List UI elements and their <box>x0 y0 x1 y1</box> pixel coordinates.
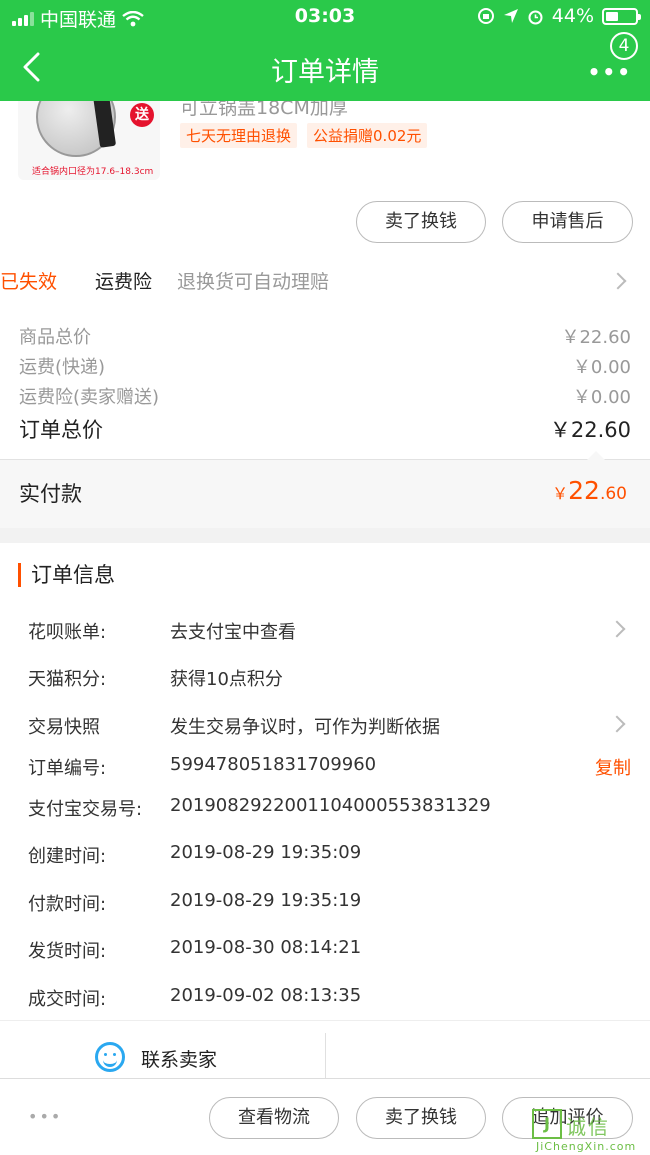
more-actions-button[interactable]: ••• <box>28 1107 62 1126</box>
order-number-value: 599478051831709960 <box>170 754 377 775</box>
amount-integer: 22 <box>568 476 600 505</box>
summary-row: 运费(快递) ￥0.00 <box>19 353 631 379</box>
battery-icon <box>602 7 641 25</box>
location-icon <box>503 9 518 23</box>
watermark-icon: J <box>532 1109 562 1139</box>
battery-percent: 44% <box>551 5 594 27</box>
info-value: 2019082922001104000553831329 <box>170 795 491 816</box>
info-label: 订单编号: <box>28 758 107 779</box>
resell-button-bottom[interactable]: 卖了换钱 <box>356 1097 486 1139</box>
image-caption: 适合锅内口径为17.6–18.3cm <box>32 167 154 177</box>
watermark-text: 诚信 <box>566 1115 610 1139</box>
info-value: 2019-08-30 08:14:21 <box>170 937 362 958</box>
info-label: 成交时间: <box>28 989 107 1010</box>
resell-button[interactable]: 卖了换钱 <box>356 201 486 243</box>
order-total-label: 订单总价 <box>19 418 103 442</box>
price-summary: 商品总价 ￥22.60 运费(快递) ￥0.00 运费险(卖家赠送) ￥0.00… <box>0 305 650 460</box>
nav-bar: 订单详情 ••• 4 <box>0 32 650 101</box>
info-label: 交易快照 <box>28 717 100 738</box>
watermark-logo: J 诚信 JiChengXin.com <box>532 1109 644 1153</box>
amount-paid-value: ￥22.60 <box>552 476 627 505</box>
order-info-section: 订单信息 花呗账单: 去支付宝中查看 天猫积分: 获得10点积分 交易快照 发生… <box>0 543 650 1020</box>
order-total-value: ￥22.60 <box>549 418 631 442</box>
amount-decimal: .60 <box>599 484 627 504</box>
alarm-icon <box>528 10 543 24</box>
summary-label: 商品总价 <box>19 327 91 348</box>
order-info-heading: 订单信息 <box>18 563 115 587</box>
info-value: 2019-08-29 19:35:09 <box>170 842 362 863</box>
info-value: 获得10点积分 <box>170 669 283 690</box>
bottom-action-bar: ••• 查看物流 卖了换钱 追加评价 J 诚信 JiChengXin.com <box>0 1078 650 1155</box>
chat-smile-icon[interactable] <box>95 1042 125 1072</box>
rotation-lock-icon <box>477 8 494 24</box>
gift-badge: 送 <box>130 103 154 127</box>
info-label: 天猫积分: <box>28 669 107 690</box>
chevron-right-icon <box>608 620 626 638</box>
view-logistics-button[interactable]: 查看物流 <box>209 1097 339 1139</box>
chevron-right-icon <box>608 715 626 733</box>
order-total-row: 订单总价 ￥22.60 <box>19 414 631 444</box>
more-menu-button[interactable]: ••• <box>588 60 632 84</box>
tag-charity: 公益捐赠0.02元 <box>307 123 428 148</box>
contact-bar: 联系卖家 <box>0 1020 650 1079</box>
info-label: 花呗账单: <box>28 622 107 643</box>
info-label: 支付宝交易号: <box>28 799 143 820</box>
info-value: 2019-08-29 19:35:19 <box>170 890 362 911</box>
page-title: 订单详情 <box>271 57 379 88</box>
info-label: 付款时间: <box>28 894 107 915</box>
watermark-domain: JiChengXin.com <box>536 1140 637 1153</box>
summary-value: ￥0.00 <box>572 357 631 378</box>
summary-value: ￥22.60 <box>561 327 631 348</box>
info-value: 去支付宝中查看 <box>170 622 296 643</box>
notch-indicator <box>587 451 605 460</box>
top-bar: 中国联通 03:03 44% 订单详情 ••• 4 <box>0 0 650 101</box>
contact-seller-button[interactable]: 联系卖家 <box>141 1045 217 1072</box>
summary-row: 运费险(卖家赠送) ￥0.00 <box>19 383 631 409</box>
info-value: 2019-09-02 08:13:35 <box>170 985 362 1006</box>
notification-badge[interactable]: 4 <box>610 32 638 60</box>
divider <box>325 1033 326 1079</box>
amount-paid-label: 实付款 <box>19 482 82 506</box>
copy-order-number-button[interactable]: 复制 <box>595 754 631 780</box>
status-bar: 中国联通 03:03 44% <box>0 0 650 34</box>
freight-insurance-row[interactable]: 运费险 退换货可自动理赔 已失效 <box>0 261 650 305</box>
amount-paid-row: 实付款 ￥22.60 <box>0 460 650 528</box>
summary-row: 商品总价 ￥22.60 <box>19 323 631 349</box>
product-card: 送 适合锅内口径为17.6–18.3cm 可立锅盖18CM加厚 七天无理由退换 … <box>0 87 650 261</box>
info-value: 发生交易争议时，可作为判断依据 <box>170 717 440 738</box>
info-label: 创建时间: <box>28 846 107 867</box>
after-sales-button[interactable]: 申请售后 <box>502 201 633 243</box>
tag-return: 七天无理由退换 <box>180 123 298 148</box>
currency-symbol: ￥ <box>552 484 569 503</box>
summary-label: 运费(快递) <box>19 357 106 378</box>
product-tags: 七天无理由退换 公益捐赠0.02元 <box>180 123 428 148</box>
insurance-status: 已失效 <box>0 271 58 293</box>
info-label: 发货时间: <box>28 941 107 962</box>
summary-value: ￥0.00 <box>572 387 631 408</box>
summary-label: 运费险(卖家赠送) <box>19 387 160 408</box>
